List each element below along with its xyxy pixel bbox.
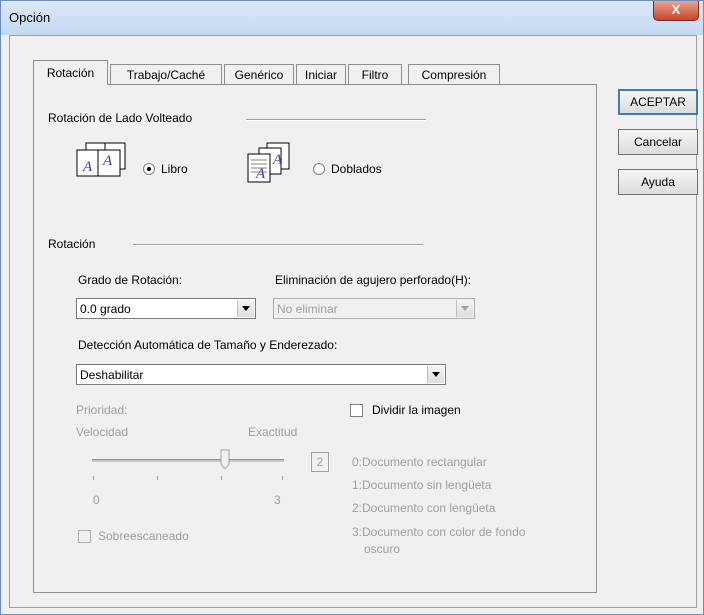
tab-generic[interactable]: Genérico	[224, 64, 294, 84]
fold-radio[interactable]	[313, 163, 325, 175]
priority-speed-label: Velocidad	[76, 425, 129, 439]
book-radio-label: Libro	[161, 162, 188, 176]
split-option-3: 3:Documento con color de fondo	[352, 525, 526, 539]
rotation-group-label: Rotación	[48, 237, 96, 251]
title-bar: Opción X	[1, 1, 703, 35]
chevron-down-icon	[456, 300, 473, 317]
svg-text:A: A	[102, 153, 113, 169]
close-icon: X	[671, 2, 681, 17]
priority-slider-track[interactable]	[92, 459, 284, 462]
priority-label: Prioridad:	[76, 403, 128, 417]
flip-side-group-line	[246, 119, 426, 121]
svg-text:A: A	[272, 152, 283, 168]
tab-start[interactable]: Iniciar	[296, 64, 346, 84]
split-option-0: 0:Documento rectangular	[352, 455, 487, 469]
rotation-degree-label: Grado de Rotación:	[78, 273, 183, 287]
window-title: Opción	[9, 10, 51, 25]
split-option-2: 2:Documento con lengüeta	[352, 501, 496, 515]
tab-rotation[interactable]: Rotación	[33, 60, 108, 85]
fold-document-icon: A A	[247, 142, 290, 183]
rotation-degree-value: 0.0 grado	[80, 302, 131, 316]
overscan-checkbox[interactable]	[78, 530, 91, 543]
split-image-label: Dividir la imagen	[372, 403, 461, 417]
hole-removal-value: No eliminar	[277, 302, 338, 316]
slider-tick	[221, 476, 222, 480]
close-button[interactable]: X	[653, 1, 699, 21]
book-document-icon: A A	[76, 142, 126, 177]
chevron-down-icon	[427, 366, 444, 383]
accept-button[interactable]: ACEPTAR	[618, 89, 698, 115]
rotation-degree-select[interactable]: 0.0 grado	[76, 298, 256, 319]
split-option-3-continued: oscuro	[364, 542, 401, 556]
priority-max-label: 3	[274, 493, 281, 507]
priority-slider-thumb[interactable]	[220, 449, 230, 469]
priority-min-label: 0	[93, 493, 100, 507]
tab-compression[interactable]: Compresión	[408, 64, 500, 84]
slider-tick	[93, 476, 94, 480]
svg-text:A: A	[255, 166, 266, 182]
rotation-group-line	[133, 244, 423, 246]
chevron-down-icon	[237, 300, 254, 317]
tab-filter[interactable]: Filtro	[348, 64, 402, 84]
hole-removal-label: Eliminación de agujero perforado(H):	[275, 273, 472, 287]
flip-side-group-label: Rotación de Lado Volteado	[48, 111, 193, 125]
tab-job-cache[interactable]: Trabajo/Caché	[110, 64, 222, 84]
fold-radio-label: Doblados	[331, 162, 382, 176]
auto-detect-label: Detección Automática de Tamaño y Enderez…	[78, 338, 338, 352]
hole-removal-select[interactable]: No eliminar	[273, 298, 475, 319]
help-button[interactable]: Ayuda	[618, 169, 698, 195]
overscan-label: Sobreescaneado	[98, 529, 189, 543]
auto-detect-select[interactable]: Deshabilitar	[76, 364, 446, 385]
slider-tick	[282, 476, 283, 480]
cancel-button[interactable]: Cancelar	[618, 129, 698, 155]
priority-value-box: 2	[311, 452, 329, 472]
book-radio[interactable]	[143, 163, 155, 175]
auto-detect-value: Deshabilitar	[80, 368, 144, 382]
slider-tick	[157, 476, 158, 480]
svg-text:A: A	[82, 159, 93, 175]
split-option-1: 1:Documento sin lengüeta	[352, 478, 492, 492]
split-image-checkbox[interactable]	[350, 404, 363, 417]
priority-accuracy-label: Exactitud	[248, 425, 298, 439]
